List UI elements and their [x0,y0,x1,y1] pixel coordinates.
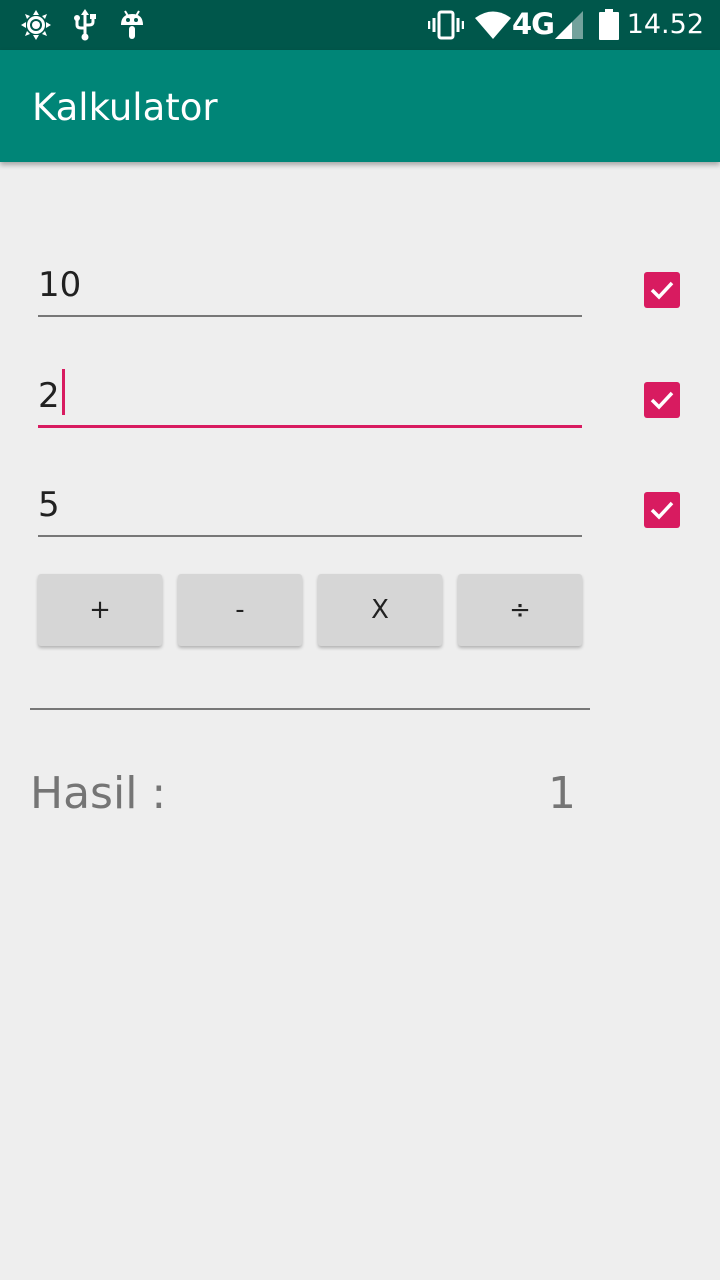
checkbox-3[interactable] [644,492,680,528]
number-input-1-value: 10 [38,265,82,305]
divide-button[interactable]: ÷ [458,574,582,646]
result-label: Hasil : [30,768,167,819]
number-input-1[interactable]: 10 [38,257,582,317]
number-input-2[interactable]: 2 [38,368,582,428]
checkbox-2[interactable] [644,382,680,418]
check-icon [650,391,674,410]
number-input-3-value: 5 [38,485,60,525]
vibrate-icon [428,10,464,40]
network-type-label: 4G [512,7,555,41]
number-input-3-underline [38,535,582,537]
clock: 14.52 [626,9,704,40]
android-debug-icon [121,10,143,39]
multiply-button[interactable]: X [318,574,442,646]
check-icon [650,281,674,300]
number-input-3[interactable]: 5 [38,477,582,537]
app-bar: Kalkulator [0,50,720,162]
app-title: Kalkulator [32,86,218,129]
check-icon [650,501,674,520]
battery-icon [599,9,619,40]
text-cursor [61,369,65,415]
result-value: 1 [548,768,576,819]
divider [30,708,590,710]
number-input-2-value: 2 [38,369,65,416]
checkbox-1[interactable] [644,272,680,308]
signal-icon [555,11,583,39]
subtract-button[interactable]: - [178,574,302,646]
wifi-icon [475,11,511,39]
usb-icon [74,9,96,41]
brightness-icon [21,10,51,40]
status-bar: 4G 14.52 [0,0,720,50]
number-input-1-underline [38,315,582,317]
add-button[interactable]: + [38,574,162,646]
number-input-2-underline [38,425,582,428]
